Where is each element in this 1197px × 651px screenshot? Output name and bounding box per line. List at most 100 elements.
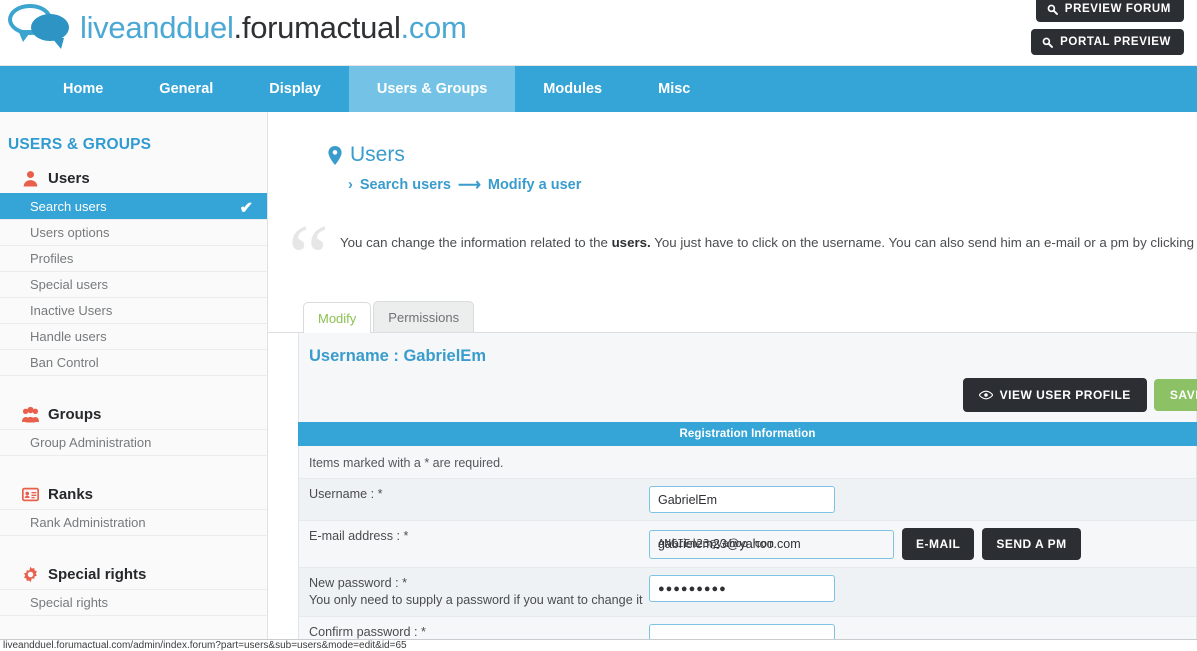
site-title-dot: . xyxy=(233,9,243,45)
sidebar-item-search-users-label: Search users xyxy=(30,199,107,214)
sidebar-item-group-administration[interactable]: Group Administration xyxy=(0,429,267,455)
nav-item-users-groups-label: Users & Groups xyxy=(376,81,488,97)
sidebar-item-special-rights[interactable]: Special rights xyxy=(0,589,267,615)
save-button-label: SAVE xyxy=(1169,388,1197,402)
sidebar-group-ranks: Ranks xyxy=(0,480,267,509)
nav-item-modules[interactable]: Modules xyxy=(515,66,630,112)
portal-preview-button[interactable]: PORTAL PREVIEW xyxy=(1031,29,1184,55)
check-icon: ✔ xyxy=(239,200,253,217)
field-control-confirm-password xyxy=(644,624,1196,639)
sidebar-item-inactive-users[interactable]: Inactive Users xyxy=(0,297,267,323)
sidebar-item-special-users[interactable]: Special users xyxy=(0,271,267,297)
preview-forum-label: PREVIEW FORUM xyxy=(1064,3,1171,15)
sidebar-item-search-users[interactable]: Search users ✔ xyxy=(0,193,267,219)
field-label-email: E-mail address : * xyxy=(299,528,644,545)
nav-item-display-label: Display xyxy=(269,81,321,97)
send-a-pm-button-label: SEND A PM xyxy=(996,537,1067,551)
tab-modify[interactable]: Modify xyxy=(303,302,372,333)
sidebar-item-handle-users[interactable]: Handle users xyxy=(0,323,267,349)
portal-preview-label: PORTAL PREVIEW xyxy=(1060,36,1171,48)
field-label-username: Username : * xyxy=(299,486,644,503)
required-note: Items marked with a * are required. xyxy=(309,456,504,470)
tab-bar: Modify Permissions xyxy=(303,301,1197,333)
page-title-row: Users xyxy=(268,112,1197,167)
user-icon xyxy=(23,171,38,187)
send-a-pm-button[interactable]: SEND A PM xyxy=(982,528,1081,560)
tab-permissions-label: Permissions xyxy=(388,310,460,325)
sidebar-item-ban-control-label: Ban Control xyxy=(30,355,99,370)
eye-icon xyxy=(978,390,993,400)
email-input[interactable] xyxy=(649,529,894,559)
nav-item-misc[interactable]: Misc xyxy=(630,66,718,112)
status-bar-text: liveandduel.forumactual.com/admin/index.… xyxy=(3,640,407,651)
gear-icon xyxy=(24,566,37,583)
new-password-input[interactable] xyxy=(649,575,835,602)
group-icon xyxy=(22,406,39,423)
field-row-new-password: New password : * You only need to supply… xyxy=(299,567,1196,616)
sidebar-item-handle-users-label: Handle users xyxy=(30,329,107,344)
field-label-username-text: Username : * xyxy=(309,487,383,501)
magnifier-icon xyxy=(1047,4,1058,15)
nav-item-general-label: General xyxy=(159,81,214,97)
field-control-username xyxy=(644,486,1196,513)
info-note-text-after: You just have to click on the username. … xyxy=(654,235,1197,250)
header-actions: PREVIEW FORUM PORTAL PREVIEW xyxy=(1031,0,1184,55)
main-content: Users › Search users ⟶ Modify a user “ Y… xyxy=(268,112,1197,639)
sidebar-group-users: Users xyxy=(0,164,267,193)
sidebar-item-profiles[interactable]: Profiles xyxy=(0,245,267,271)
panel-actions: VIEW USER PROFILE SAVE xyxy=(299,366,1197,422)
sidebar-item-ban-control[interactable]: Ban Control xyxy=(0,349,267,375)
nav-item-display[interactable]: Display xyxy=(241,66,349,112)
tab-permissions[interactable]: Permissions xyxy=(373,301,475,332)
email-button-label: E-MAIL xyxy=(916,537,961,551)
sidebar-item-users-options[interactable]: Users options xyxy=(0,219,267,245)
info-note-text-before: You can change the information related t… xyxy=(340,235,612,250)
nav-item-misc-label: Misc xyxy=(658,81,691,97)
sidebar-group-groups-label: Groups xyxy=(48,406,102,423)
preview-forum-button[interactable]: PREVIEW FORUM xyxy=(1035,0,1184,22)
info-note-text-bold: users. xyxy=(611,235,651,250)
sidebar-item-inactive-users-label: Inactive Users xyxy=(30,303,113,318)
sidebar-item-profiles-label: Profiles xyxy=(30,251,74,266)
view-user-profile-button[interactable]: VIEW USER PROFILE xyxy=(962,378,1147,412)
sidebar-item-rank-administration-label: Rank Administration xyxy=(30,515,146,530)
view-user-profile-label: VIEW USER PROFILE xyxy=(999,388,1131,402)
breadcrumb-modify-a-user[interactable]: Modify a user xyxy=(488,177,581,193)
sidebar-item-rank-administration[interactable]: Rank Administration xyxy=(0,509,267,535)
nav-item-modules-label: Modules xyxy=(543,81,603,97)
save-button[interactable]: SAVE xyxy=(1153,379,1197,411)
sidebar-item-special-users-label: Special users xyxy=(30,277,109,292)
nav-item-users-groups[interactable]: Users & Groups xyxy=(348,66,516,112)
section-bar-registration-information: Registration Information xyxy=(298,422,1197,446)
page-title: Users xyxy=(350,143,405,166)
sidebar-group-special-rights-label: Special rights xyxy=(48,566,147,583)
sidebar-divider xyxy=(0,615,267,616)
sidebar: USERS & GROUPS Users Search users ✔ User… xyxy=(0,112,268,639)
tab-underline xyxy=(268,332,1197,333)
id-card-icon xyxy=(22,487,39,502)
email-button[interactable]: E-MAIL xyxy=(902,528,975,560)
confirm-password-input[interactable] xyxy=(649,624,835,639)
username-input[interactable] xyxy=(649,486,835,513)
sidebar-item-users-options-label: Users options xyxy=(30,225,110,240)
breadcrumb-search-users[interactable]: Search users xyxy=(360,177,451,193)
nav-item-home-label: Home xyxy=(63,81,104,97)
field-label-new-password-text: New password : * xyxy=(309,576,407,590)
main-navigation: Home General Display Users & Groups Modu… xyxy=(0,66,1197,112)
nav-item-home[interactable]: Home xyxy=(35,66,131,112)
tab-modify-label: Modify xyxy=(318,311,357,326)
breadcrumb: › Search users ⟶ Modify a user xyxy=(268,167,1197,195)
sidebar-title: USERS & GROUPS xyxy=(8,136,152,153)
section-bar-label: Registration Information xyxy=(679,428,816,440)
field-label-email-text: E-mail address : * xyxy=(309,529,409,543)
field-label-confirm-password: Confirm password : * You only need to co… xyxy=(299,624,644,639)
field-row-email: E-mail address : * ANGIEm23@yahoo.com E-… xyxy=(299,520,1196,567)
site-logo[interactable]: liveandduel.forumactual.com xyxy=(8,2,467,52)
sidebar-group-ranks-label: Ranks xyxy=(48,486,94,503)
nav-item-general[interactable]: General xyxy=(131,66,241,112)
user-edit-panel: Username : GabrielEm VIEW USER PROFILE S… xyxy=(298,333,1197,639)
